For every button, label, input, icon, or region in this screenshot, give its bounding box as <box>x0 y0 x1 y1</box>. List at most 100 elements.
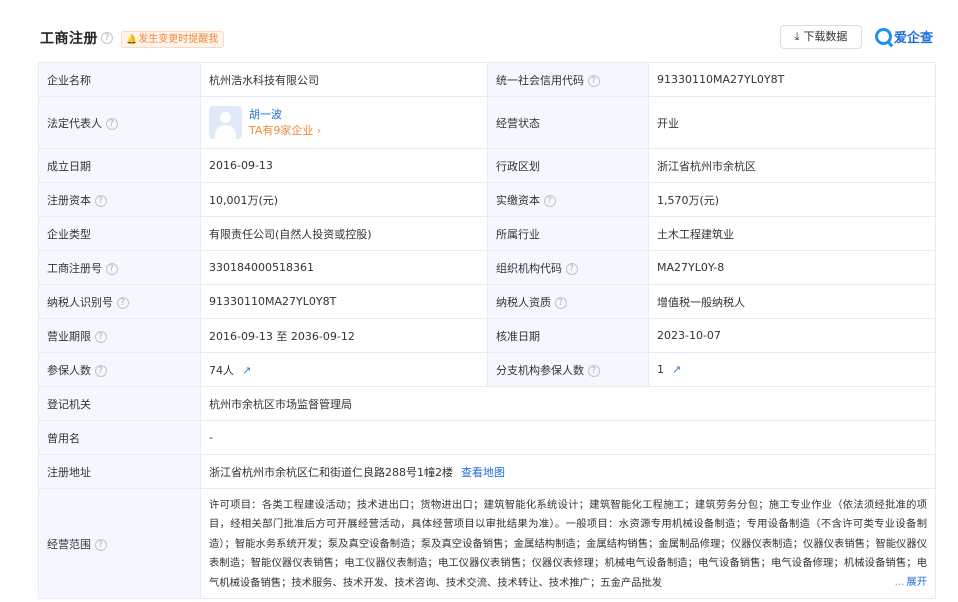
expand-label: 展开 <box>906 576 927 588</box>
taxpayer-qual-value: 增值税一般纳税人 <box>648 284 936 319</box>
business-registration-table: 企业名称 杭州浩水科技有限公司 统一社会信用代码 ? 91330110MA27Y… <box>38 62 936 599</box>
table-row: 工商注册号 ? 330184000518361 组织机构代码 ? MA27YL0… <box>38 250 936 285</box>
help-icon[interactable]: ? <box>94 330 107 343</box>
table-row: 注册资本 ? 10,001万(元) 实缴资本 ? 1,570万(元) <box>38 182 936 217</box>
download-data-button[interactable]: ⤓ 下载数据 <box>780 25 862 49</box>
legal-rep-name-link[interactable]: 胡一波 <box>249 107 321 123</box>
table-row: 营业期限 ? 2016-09-13 至 2036-09-12 核准日期 2023… <box>38 318 936 353</box>
expand-button[interactable]: ... 展开 <box>891 573 927 593</box>
change-alert-button[interactable]: 🔔发生变更时提醒我 <box>121 31 225 48</box>
taxpayer-id-value: 91330110MA27YL0Y8T <box>200 284 488 319</box>
insured-value: 74人 <box>209 363 234 377</box>
legal-rep-cell: 胡一波 TA有9家企业 › <box>200 96 488 149</box>
credit-code-value: 91330110MA27YL0Y8T <box>648 62 936 97</box>
help-icon[interactable]: ? <box>587 74 600 87</box>
former-name-value: - <box>200 420 936 455</box>
org-code-label: 组织机构代码 <box>496 261 562 275</box>
taxpayer-qual-label: 纳税人资质 <box>496 295 551 309</box>
help-icon[interactable]: ? <box>543 194 556 207</box>
related-companies-label: TA有9家企业 <box>249 123 314 137</box>
table-row: 企业类型 有限责任公司(自然人投资或控股) 所属行业 土木工程建筑业 <box>38 216 936 251</box>
view-map-link[interactable]: 查看地图 <box>461 466 505 479</box>
region-value: 浙江省杭州市余杭区 <box>648 148 936 183</box>
trend-chart-icon[interactable]: ↗ <box>242 364 251 377</box>
address-label: 注册地址 <box>38 454 201 489</box>
paid-capital-value: 1,570万(元) <box>648 182 936 217</box>
credit-code-label: 统一社会信用代码 <box>496 73 584 87</box>
paid-capital-label: 实缴资本 <box>496 193 540 207</box>
help-icon[interactable]: ? <box>105 117 118 130</box>
industry-label: 所属行业 <box>487 216 649 251</box>
help-icon[interactable]: ? <box>105 262 118 275</box>
address-cell: 浙江省杭州市余杭区仁和街道仁良路288号1幢2楼 查看地图 <box>200 454 936 489</box>
help-icon[interactable]: ? <box>94 364 107 377</box>
reg-capital-label: 注册资本 <box>47 193 91 207</box>
table-row: 纳税人识别号 ? 91330110MA27YL0Y8T 纳税人资质 ? 增值税一… <box>38 284 936 319</box>
taxpayer-id-label-cell: 纳税人识别号 ? <box>38 284 201 319</box>
legal-rep-label-cell: 法定代表人 ? <box>38 96 201 149</box>
business-scope-text: 许可项目：各类工程建设活动；技术进出口；货物进出口；建筑智能化系统设计；建筑智能… <box>209 498 927 589</box>
table-row: 企业名称 杭州浩水科技有限公司 统一社会信用代码 ? 91330110MA27Y… <box>38 62 936 97</box>
table-row: 注册地址 浙江省杭州市余杭区仁和街道仁良路288号1幢2楼 查看地图 <box>38 454 936 489</box>
founded-value: 2016-09-13 <box>200 148 488 183</box>
reg-capital-value: 10,001万(元) <box>200 182 488 217</box>
help-icon[interactable]: ? <box>101 32 113 44</box>
company-type-value: 有限责任公司(自然人投资或控股) <box>200 216 488 251</box>
logo-icon <box>875 28 892 45</box>
authority-value: 杭州市余杭区市场监督管理局 <box>200 386 936 421</box>
related-companies-link[interactable]: TA有9家企业 › <box>249 123 321 139</box>
chevron-right-icon: › <box>316 123 322 137</box>
address-value: 浙江省杭州市余杭区仁和街道仁良路288号1幢2楼 <box>209 465 453 479</box>
table-row: 成立日期 2016-09-13 行政区划 浙江省杭州市余杭区 <box>38 148 936 183</box>
paid-capital-label-cell: 实缴资本 ? <box>487 182 649 217</box>
former-name-label: 曾用名 <box>38 420 201 455</box>
ellipsis: ... <box>894 576 905 588</box>
branch-insured-cell: 1 ↗ <box>648 352 936 387</box>
insured-label: 参保人数 <box>47 363 91 377</box>
scope-cell: 许可项目：各类工程建设活动；技术进出口；货物进出口；建筑智能化系统设计；建筑智能… <box>200 488 936 599</box>
reg-no-label: 工商注册号 <box>47 261 102 275</box>
authority-label: 登记机关 <box>38 386 201 421</box>
help-icon[interactable]: ? <box>94 194 107 207</box>
taxpayer-qual-label-cell: 纳税人资质 ? <box>487 284 649 319</box>
founded-label: 成立日期 <box>38 148 201 183</box>
branch-insured-value: 1 <box>657 363 664 376</box>
change-alert-label: 发生变更时提醒我 <box>138 34 219 45</box>
company-type-label: 企业类型 <box>38 216 201 251</box>
download-icon: ⤓ <box>794 30 800 43</box>
legal-rep-label: 法定代表人 <box>47 116 102 130</box>
scope-label-cell: 经营范围 ? <box>38 488 201 599</box>
table-row: 曾用名 - <box>38 420 936 455</box>
help-icon[interactable]: ? <box>116 296 129 309</box>
term-label-cell: 营业期限 ? <box>38 318 201 353</box>
taxpayer-id-label: 纳税人识别号 <box>47 295 113 309</box>
reg-no-value: 330184000518361 <box>200 250 488 285</box>
help-icon[interactable]: ? <box>94 538 107 551</box>
term-label: 营业期限 <box>47 329 91 343</box>
brand-logo: 爱企查 <box>875 27 933 47</box>
help-icon[interactable]: ? <box>554 296 567 309</box>
industry-value: 土木工程建筑业 <box>648 216 936 251</box>
org-code-value: MA27YL0Y-8 <box>648 250 936 285</box>
bell-icon: 🔔 <box>126 35 138 45</box>
section-header: 工商注册 ? 🔔发生变更时提醒我 ⤓ 下载数据 爱企查 <box>0 0 958 62</box>
table-row: 经营范围 ? 许可项目：各类工程建设活动；技术进出口；货物进出口；建筑智能化系统… <box>38 488 936 599</box>
insured-label-cell: 参保人数 ? <box>38 352 201 387</box>
scope-label: 经营范围 <box>47 537 91 551</box>
avatar[interactable] <box>209 106 242 139</box>
section-title: 工商注册 <box>40 31 98 47</box>
approved-value: 2023-10-07 <box>648 318 936 353</box>
help-icon[interactable]: ? <box>565 262 578 275</box>
org-code-label-cell: 组织机构代码 ? <box>487 250 649 285</box>
branch-insured-label: 分支机构参保人数 <box>496 363 584 377</box>
table-row: 法定代表人 ? 胡一波 TA有9家企业 › 经营状态 开业 <box>38 96 936 149</box>
company-name-value: 杭州浩水科技有限公司 <box>200 62 488 97</box>
status-value: 开业 <box>648 96 936 149</box>
trend-chart-icon[interactable]: ↗ <box>672 363 681 376</box>
help-icon[interactable]: ? <box>587 364 600 377</box>
approved-label: 核准日期 <box>487 318 649 353</box>
term-value: 2016-09-13 至 2036-09-12 <box>200 318 488 353</box>
region-label: 行政区划 <box>487 148 649 183</box>
status-label: 经营状态 <box>487 96 649 149</box>
reg-capital-label-cell: 注册资本 ? <box>38 182 201 217</box>
